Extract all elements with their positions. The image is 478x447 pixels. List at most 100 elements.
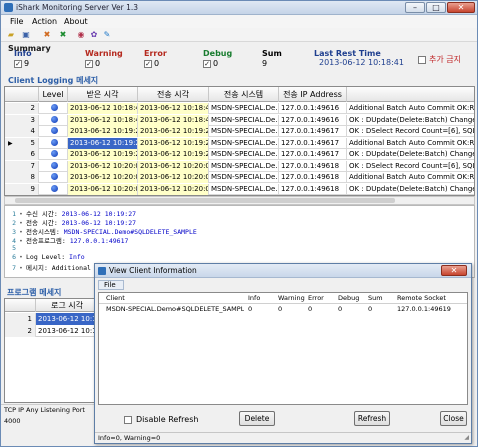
window-title: iShark Monitoring Server Ver 1.3 xyxy=(16,3,139,12)
disable-refresh-toggle[interactable]: Disable Refresh xyxy=(124,415,198,424)
ban-toggle[interactable]: 추가 금지 xyxy=(418,54,461,65)
row-number: 4 xyxy=(5,126,39,137)
info-level-icon xyxy=(50,115,58,123)
delete-button[interactable]: Delete xyxy=(239,411,275,426)
minimize-button[interactable]: – xyxy=(405,2,425,13)
dialog-status-text: Info=0, Warning=0 xyxy=(98,434,161,442)
x-icon[interactable]: ✖ xyxy=(58,30,68,40)
menu-about[interactable]: About xyxy=(64,17,88,26)
log-row[interactable]: 8 2013-06-12 10:20:04 2013-06-12 10:20:04 M… xyxy=(5,172,474,183)
received-time: 2013-06-12 10:20:04 xyxy=(68,183,138,195)
received-time: 2013-06-12 10:19:26 xyxy=(68,126,138,137)
log-row[interactable]: 5 ▶ 2013-06-12 10:19:27 2013-06-12 10:19:27… xyxy=(5,137,474,149)
pencil-icon[interactable]: ✎ xyxy=(102,30,112,40)
log-row[interactable]: 9 2013-06-12 10:20:04 2013-06-12 10:20:04 M… xyxy=(5,183,474,195)
col-log-time[interactable]: 로그 시각 xyxy=(36,299,96,312)
info-level-icon xyxy=(50,150,58,157)
col-error[interactable]: Error xyxy=(306,293,336,304)
log-message: Additional Batch Auto Commit OK:Record xyxy=(347,138,474,149)
sender-system: MSDN-SPECIAL.De... xyxy=(211,160,279,172)
col-message[interactable] xyxy=(347,87,474,102)
warning-stat: Warning ✓ 0 xyxy=(85,49,123,68)
sent-time: 2013-06-12 10:18:49 xyxy=(138,114,209,126)
sender-ip: 127.0.0.1:49617 xyxy=(279,137,347,149)
menu-action[interactable]: Action xyxy=(32,17,57,26)
level-cell xyxy=(39,126,68,137)
info-level-icon xyxy=(50,127,58,134)
sender-ip: 127.0.0.1:49618 xyxy=(279,172,347,183)
refresh-button[interactable]: Refresh xyxy=(354,411,390,426)
col-ip[interactable]: 전송 IP Address xyxy=(279,87,347,102)
level-cell xyxy=(39,172,68,183)
sender-system: MSDN-SPECIAL.De... xyxy=(211,126,279,137)
warning-checkbox[interactable]: ✓ xyxy=(85,59,93,68)
status-bar: TCP IP Any Listening Port 4000 xyxy=(1,404,97,425)
error-label: Error xyxy=(144,49,167,58)
disable-refresh-checkbox[interactable] xyxy=(124,415,132,424)
folder-icon[interactable]: ▰ xyxy=(6,30,16,40)
client-warning: 0 xyxy=(278,305,283,313)
log-message: Additional Batch Auto Commit OK:Record xyxy=(347,103,474,114)
log-row[interactable]: 7 2013-06-12 10:20:03 2013-06-12 10:20:03 M… xyxy=(5,160,474,172)
error-count: 0 xyxy=(154,59,160,68)
save-icon[interactable]: ▣ xyxy=(21,30,31,40)
col-level[interactable]: Level xyxy=(39,87,68,102)
col-sum[interactable]: Sum xyxy=(366,293,396,304)
info-checkbox[interactable]: ✓ xyxy=(14,59,22,68)
log-message: Additional Batch Auto Commit OK:Record xyxy=(347,172,474,183)
debug-checkbox[interactable]: ✓ xyxy=(203,59,211,68)
dialog-title-bar[interactable]: View Client Information ✕ xyxy=(95,264,471,278)
debug-stat: Debug ✓ 0 xyxy=(203,49,232,68)
globe-icon[interactable]: ◉ xyxy=(76,30,86,40)
sent-time: 2013-06-12 10:20:04 xyxy=(138,172,209,183)
client-info-grid[interactable]: Client Info Warning Error Debug Sum Remo… xyxy=(98,292,468,405)
program-messages-grid[interactable]: 로그 시각 ▶12013-06-12 10:18:4022013-06-12 1… xyxy=(4,298,97,403)
close-button[interactable]: ✕ xyxy=(447,2,475,13)
program-row[interactable]: ▶12013-06-12 10:18:40 xyxy=(5,313,96,325)
gear-icon[interactable]: ✿ xyxy=(89,30,99,40)
close-dialog-button[interactable]: Close xyxy=(440,411,467,426)
sum-label: Sum xyxy=(262,49,282,58)
col-sent[interactable]: 전송 시각 xyxy=(138,87,209,102)
sender-ip: 127.0.0.1:49617 xyxy=(279,126,347,137)
scroll-thumb[interactable] xyxy=(15,198,395,203)
line-number: 6 xyxy=(12,253,16,261)
col-client[interactable]: Client xyxy=(104,293,244,304)
col-warning[interactable]: Warning xyxy=(276,293,306,304)
sum-count: 9 xyxy=(262,59,268,68)
row-number: 8 xyxy=(5,172,39,183)
log-row[interactable]: 2 2013-06-12 10:18:48 2013-06-12 10:18:48 M… xyxy=(5,103,474,114)
horizontal-scrollbar[interactable] xyxy=(4,196,475,205)
received-time: 2013-06-12 10:20:03 xyxy=(68,160,138,172)
sent-time: 2013-06-12 10:20:04 xyxy=(138,183,209,195)
program-row[interactable]: 22013-06-12 10:18:41 xyxy=(5,325,96,337)
client-row[interactable]: MSDN-SPECIAL.Demo#SQLDELETE_SAMPLE 0 0 0… xyxy=(99,304,467,314)
row-number: 5 ▶ xyxy=(5,137,39,149)
col-remote-socket[interactable]: Remote Socket xyxy=(395,293,467,304)
view-client-dialog: View Client Information ✕ File Client In… xyxy=(94,263,472,444)
dialog-menu-file[interactable]: File xyxy=(98,280,124,290)
log-row[interactable]: 3 2013-06-12 10:18:49 2013-06-12 10:18:49 M… xyxy=(5,114,474,126)
resize-grip-icon[interactable]: ◢ xyxy=(464,432,469,443)
col-info[interactable]: Info xyxy=(246,293,276,304)
dialog-close-x-button[interactable]: ✕ xyxy=(441,265,467,276)
maximize-button[interactable]: □ xyxy=(426,2,446,13)
delete-icon[interactable]: ✖ xyxy=(42,30,52,40)
col-debug[interactable]: Debug xyxy=(336,293,366,304)
log-row[interactable]: 6 2013-06-12 10:19:27 2013-06-12 10:19:27 M… xyxy=(5,149,474,160)
title-bar[interactable]: iShark Monitoring Server Ver 1.3 – □ ✕ xyxy=(1,1,477,15)
current-row-arrow-icon: ▶ xyxy=(8,139,13,147)
sender-system: MSDN-SPECIAL.De... xyxy=(211,183,279,195)
col-system[interactable]: 전송 시스템 xyxy=(209,87,279,102)
log-message: OK : DSelect Record Count=[6], SQL siz xyxy=(349,127,475,135)
ban-checkbox[interactable] xyxy=(418,55,426,64)
error-checkbox[interactable]: ✓ xyxy=(144,59,152,68)
col-received[interactable]: 받은 시각 xyxy=(68,87,138,102)
level-cell xyxy=(39,160,68,172)
toolbar: ▰ ▣ ✖ ✖ ◉ ✿ ✎ xyxy=(1,28,477,42)
log-row[interactable]: 4 2013-06-12 10:19:26 2013-06-12 10:19:26 M… xyxy=(5,126,475,137)
client-log-grid[interactable]: Level 받은 시각 전송 시각 전송 시스템 전송 IP Address 2… xyxy=(4,86,475,196)
client-socket: 127.0.0.1:49619 xyxy=(397,305,451,313)
menu-file[interactable]: File xyxy=(10,17,23,26)
detail-value: Info xyxy=(69,253,85,261)
